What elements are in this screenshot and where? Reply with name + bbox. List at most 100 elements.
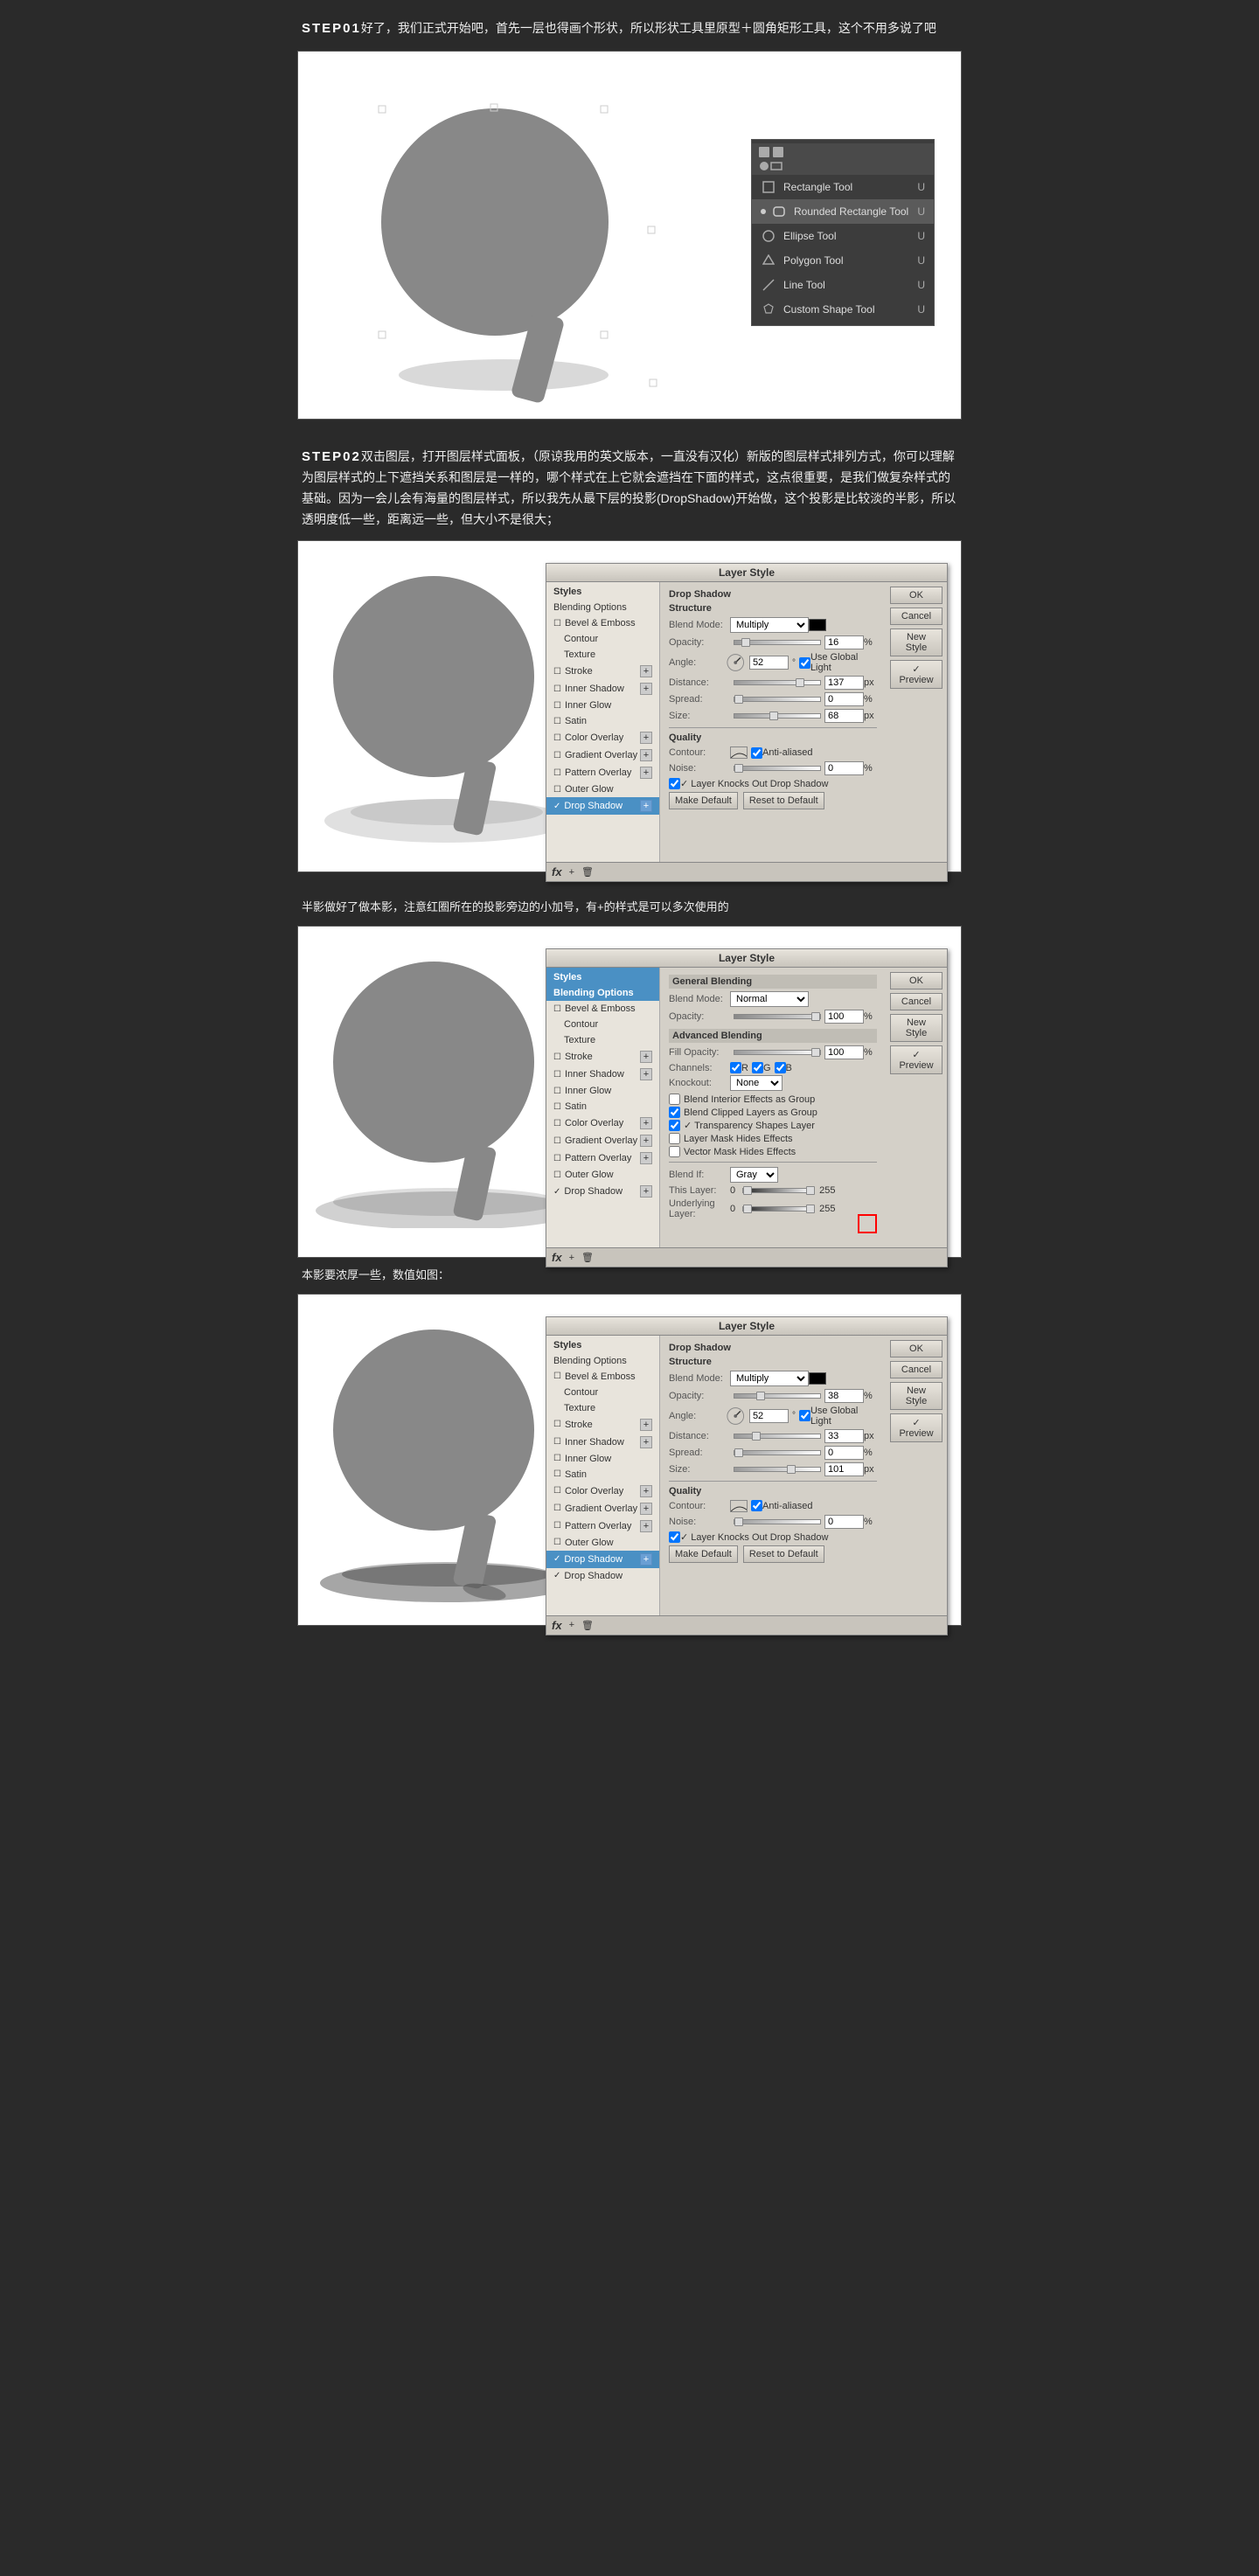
size-input[interactable]	[824, 709, 864, 723]
dense-contour-preview[interactable]	[730, 1500, 748, 1512]
dense-fx-delete[interactable]: 🗑	[581, 1620, 594, 1631]
styles-outer-glow[interactable]: ☐ Outer Glow	[546, 781, 659, 797]
dense-layer-knocks[interactable]	[669, 1531, 680, 1543]
styles-gradient-overlay[interactable]: ☐ Gradient Overlay +	[546, 746, 659, 764]
dense-ok-btn[interactable]: OK	[890, 1340, 943, 1357]
tool-rectangle[interactable]: Rectangle Tool U	[752, 175, 934, 199]
blend-styles-header[interactable]: Styles	[546, 968, 659, 985]
dense-cancel-btn[interactable]: Cancel	[890, 1361, 943, 1378]
blend-pattern-overlay[interactable]: ☐ Pattern Overlay +	[546, 1149, 659, 1167]
blend-contour[interactable]: Contour	[546, 1017, 659, 1032]
anti-aliased-check[interactable]	[751, 747, 762, 759]
styles-contour[interactable]: Contour	[546, 631, 659, 647]
spread-input[interactable]	[824, 692, 864, 706]
dense-ds-plus1[interactable]: +	[640, 1553, 652, 1566]
blend-inner-shadow[interactable]: ☐ Inner Shadow +	[546, 1066, 659, 1083]
preview-button[interactable]: ✓ Preview	[890, 660, 943, 689]
dense-angle-input[interactable]	[749, 1409, 789, 1423]
blend-stroke[interactable]: ☐ Stroke +	[546, 1048, 659, 1066]
dense-contour[interactable]: Contour	[546, 1385, 659, 1400]
dense-noise-slider[interactable]	[734, 1519, 821, 1524]
dense-stroke[interactable]: ☐ Stroke +	[546, 1416, 659, 1434]
blend-drop-shadow[interactable]: ✓ Drop Shadow +	[546, 1183, 659, 1200]
global-light-check[interactable]	[799, 657, 810, 669]
reset-default-btn[interactable]: Reset to Default	[743, 792, 824, 809]
cancel-button[interactable]: Cancel	[890, 608, 943, 625]
r-channel[interactable]	[730, 1062, 741, 1073]
dense-distance-input[interactable]	[824, 1429, 864, 1443]
contour-preview[interactable]	[730, 746, 748, 759]
tool-polygon[interactable]: Polygon Tool U	[752, 248, 934, 273]
inner-shadow-plus[interactable]: +	[640, 683, 652, 695]
dense-drop-shadow-1[interactable]: ✓ Drop Shadow +	[546, 1551, 659, 1568]
blend-color-plus[interactable]: +	[640, 1117, 652, 1129]
spread-slider[interactable]	[734, 697, 821, 702]
dense-color-swatch[interactable]	[809, 1372, 826, 1385]
noise-slider[interactable]	[734, 766, 821, 771]
dense-outer-glow[interactable]: ☐ Outer Glow	[546, 1535, 659, 1551]
styles-drop-shadow[interactable]: ✓ Drop Shadow +	[546, 797, 659, 815]
styles-color-overlay[interactable]: ☐ Color Overlay +	[546, 729, 659, 746]
dense-pattern-plus[interactable]: +	[640, 1520, 652, 1532]
fill-opacity-input[interactable]	[824, 1045, 864, 1059]
distance-slider[interactable]	[734, 680, 821, 685]
dense-noise-input[interactable]	[824, 1515, 864, 1529]
blend-texture[interactable]: Texture	[546, 1032, 659, 1048]
blend-interior-check[interactable]	[669, 1094, 680, 1105]
general-opacity-slider[interactable]	[734, 1014, 821, 1019]
blend-fx-add[interactable]: +	[569, 1253, 574, 1263]
dense-drop-shadow-2[interactable]: ✓ Drop Shadow	[546, 1568, 659, 1584]
dense-new-style-btn[interactable]: New Style	[890, 1382, 943, 1410]
dense-distance-slider[interactable]	[734, 1434, 821, 1439]
styles-texture[interactable]: Texture	[546, 647, 659, 663]
styles-blending-options[interactable]: Blending Options	[546, 600, 659, 615]
dense-opacity-slider[interactable]	[734, 1393, 821, 1399]
layer-knocks-check[interactable]	[669, 778, 680, 789]
tool-line[interactable]: Line Tool U	[752, 273, 934, 297]
styles-pattern-overlay[interactable]: ☐ Pattern Overlay +	[546, 764, 659, 781]
fill-opacity-slider[interactable]	[734, 1050, 821, 1055]
styles-stroke[interactable]: ☐ Stroke +	[546, 663, 659, 680]
dense-color-plus[interactable]: +	[640, 1485, 652, 1497]
make-default-btn[interactable]: Make Default	[669, 792, 738, 809]
styles-bevel[interactable]: ☐ Bevel & Emboss	[546, 615, 659, 631]
blend-pattern-plus[interactable]: +	[640, 1152, 652, 1164]
knockout-select[interactable]: None	[730, 1075, 783, 1091]
dense-inner-shadow-plus[interactable]: +	[640, 1436, 652, 1448]
dense-spread-slider[interactable]	[734, 1450, 821, 1455]
dense-color-overlay[interactable]: ☐ Color Overlay +	[546, 1482, 659, 1500]
ok-button[interactable]: OK	[890, 587, 943, 604]
pattern-overlay-plus[interactable]: +	[640, 767, 652, 779]
layer-mask-check[interactable]	[669, 1133, 680, 1144]
underlying-slider[interactable]	[742, 1206, 812, 1212]
dense-anti-aliased[interactable]	[751, 1500, 762, 1511]
opacity-slider[interactable]	[734, 640, 821, 645]
opacity-input[interactable]	[824, 635, 864, 649]
tool-rounded-rect[interactable]: Rounded Rectangle Tool U	[752, 199, 934, 224]
transparency-check[interactable]	[669, 1120, 680, 1131]
dense-spread-input[interactable]	[824, 1446, 864, 1460]
blend-bevel[interactable]: ☐ Bevel & Emboss	[546, 1001, 659, 1017]
blend-if-select[interactable]: Gray	[730, 1167, 778, 1183]
blend-outer-glow[interactable]: ☐ Outer Glow	[546, 1167, 659, 1183]
dense-global-light[interactable]	[799, 1410, 810, 1421]
stroke-plus[interactable]: +	[640, 665, 652, 677]
dense-inner-shadow[interactable]: ☐ Inner Shadow +	[546, 1434, 659, 1451]
size-slider[interactable]	[734, 713, 821, 719]
dense-opacity-input[interactable]	[824, 1389, 864, 1403]
dense-blend-select[interactable]: Multiply	[730, 1371, 809, 1386]
blend-ok-btn[interactable]: OK	[890, 972, 943, 989]
dense-size-input[interactable]	[824, 1462, 864, 1476]
dense-gradient-overlay[interactable]: ☐ Gradient Overlay +	[546, 1500, 659, 1517]
dense-texture[interactable]: Texture	[546, 1400, 659, 1416]
drop-shadow-plus[interactable]: +	[640, 800, 652, 812]
dense-stroke-plus[interactable]: +	[640, 1419, 652, 1431]
gradient-overlay-plus[interactable]: +	[640, 749, 652, 761]
this-layer-slider[interactable]	[742, 1188, 812, 1193]
blend-preview-btn[interactable]: ✓ Preview	[890, 1045, 943, 1074]
blend-blending-options[interactable]: Blending Options	[546, 985, 659, 1001]
tool-custom-shape[interactable]: Custom Shape Tool U	[752, 297, 934, 322]
general-blend-mode-select[interactable]: Normal	[730, 991, 809, 1007]
noise-input[interactable]	[824, 761, 864, 775]
blend-mode-select[interactable]: Multiply	[730, 617, 809, 633]
